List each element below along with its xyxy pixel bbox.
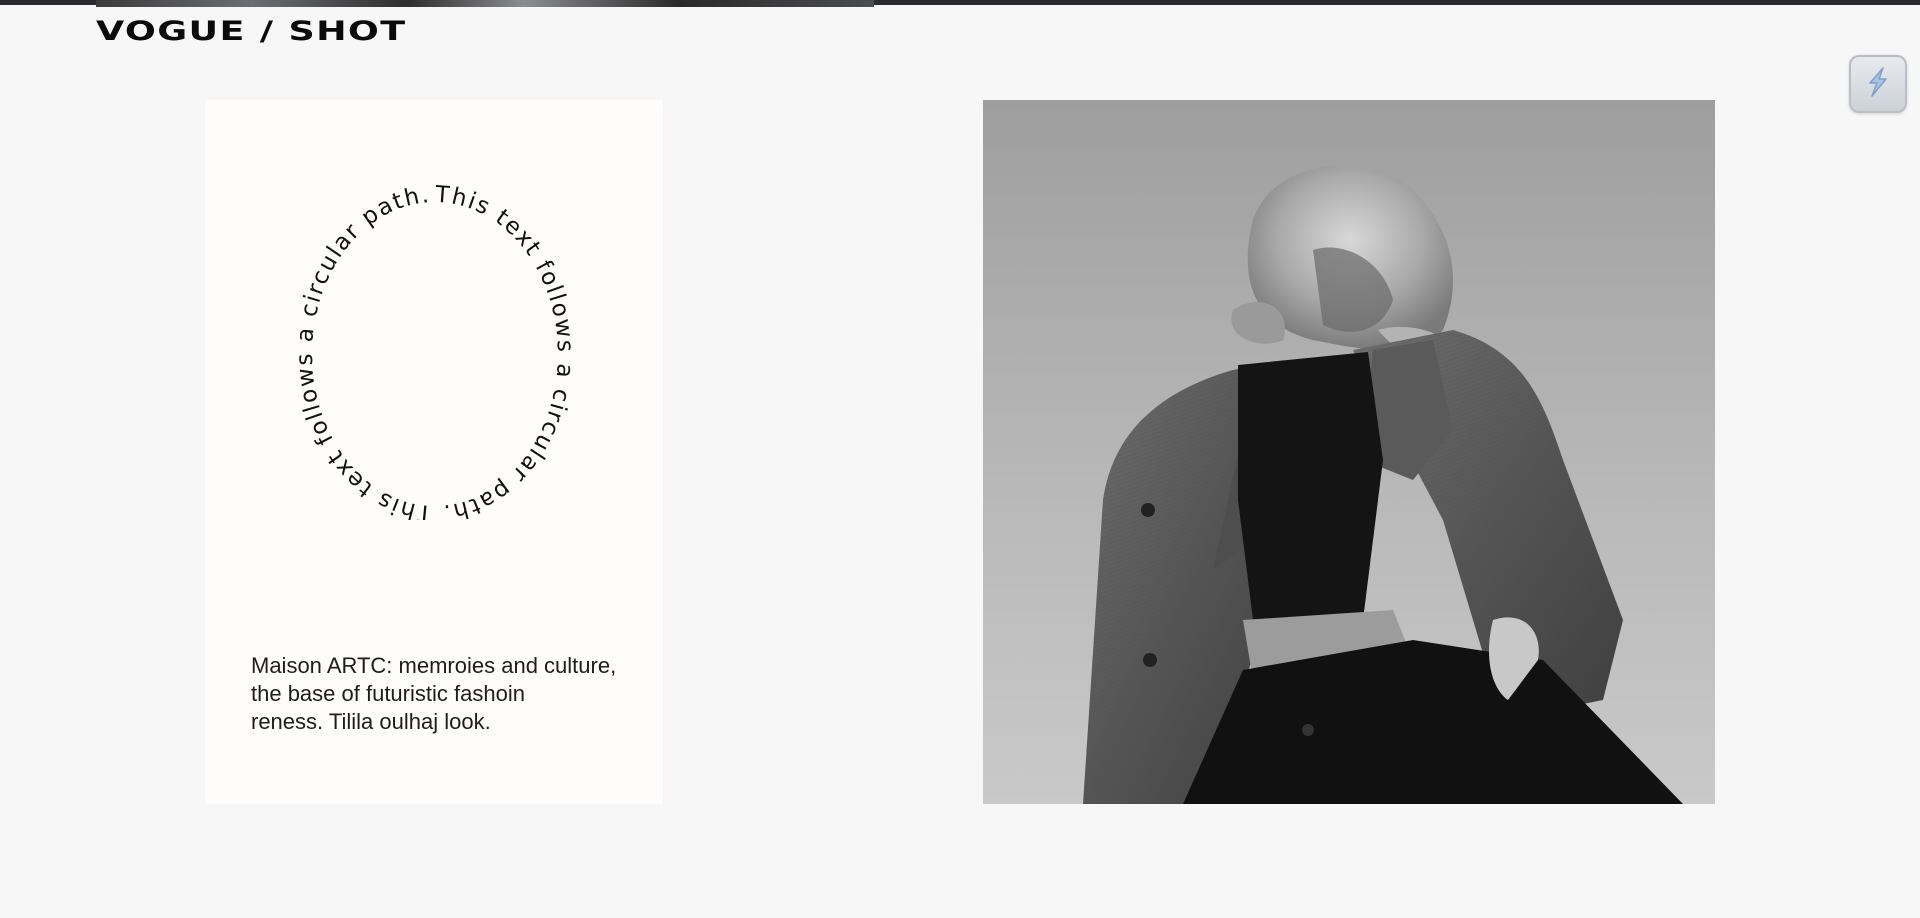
circular-text-graphic: This text follows a circular path. This …	[295, 165, 575, 520]
extension-button[interactable]	[1849, 55, 1907, 113]
site-logo[interactable]: VOGUE / SHOT	[96, 16, 406, 47]
description-line: reness. Tilila oulhaj look.	[251, 709, 491, 734]
circular-text-path: This text follows a circular path. This …	[295, 182, 575, 520]
card-description: Maison ARTC: memroies and culture, the b…	[251, 652, 631, 736]
description-line: the base of futuristic fashoin	[251, 681, 525, 706]
intro-card: This text follows a circular path. This …	[205, 100, 663, 804]
bolt-icon	[1861, 65, 1895, 104]
fashion-photo	[983, 100, 1715, 804]
circular-text: This text follows a circular path. This …	[295, 182, 575, 520]
description-line: Maison ARTC: memroies and culture,	[251, 653, 617, 678]
scroll-progress-bar	[96, 0, 874, 7]
